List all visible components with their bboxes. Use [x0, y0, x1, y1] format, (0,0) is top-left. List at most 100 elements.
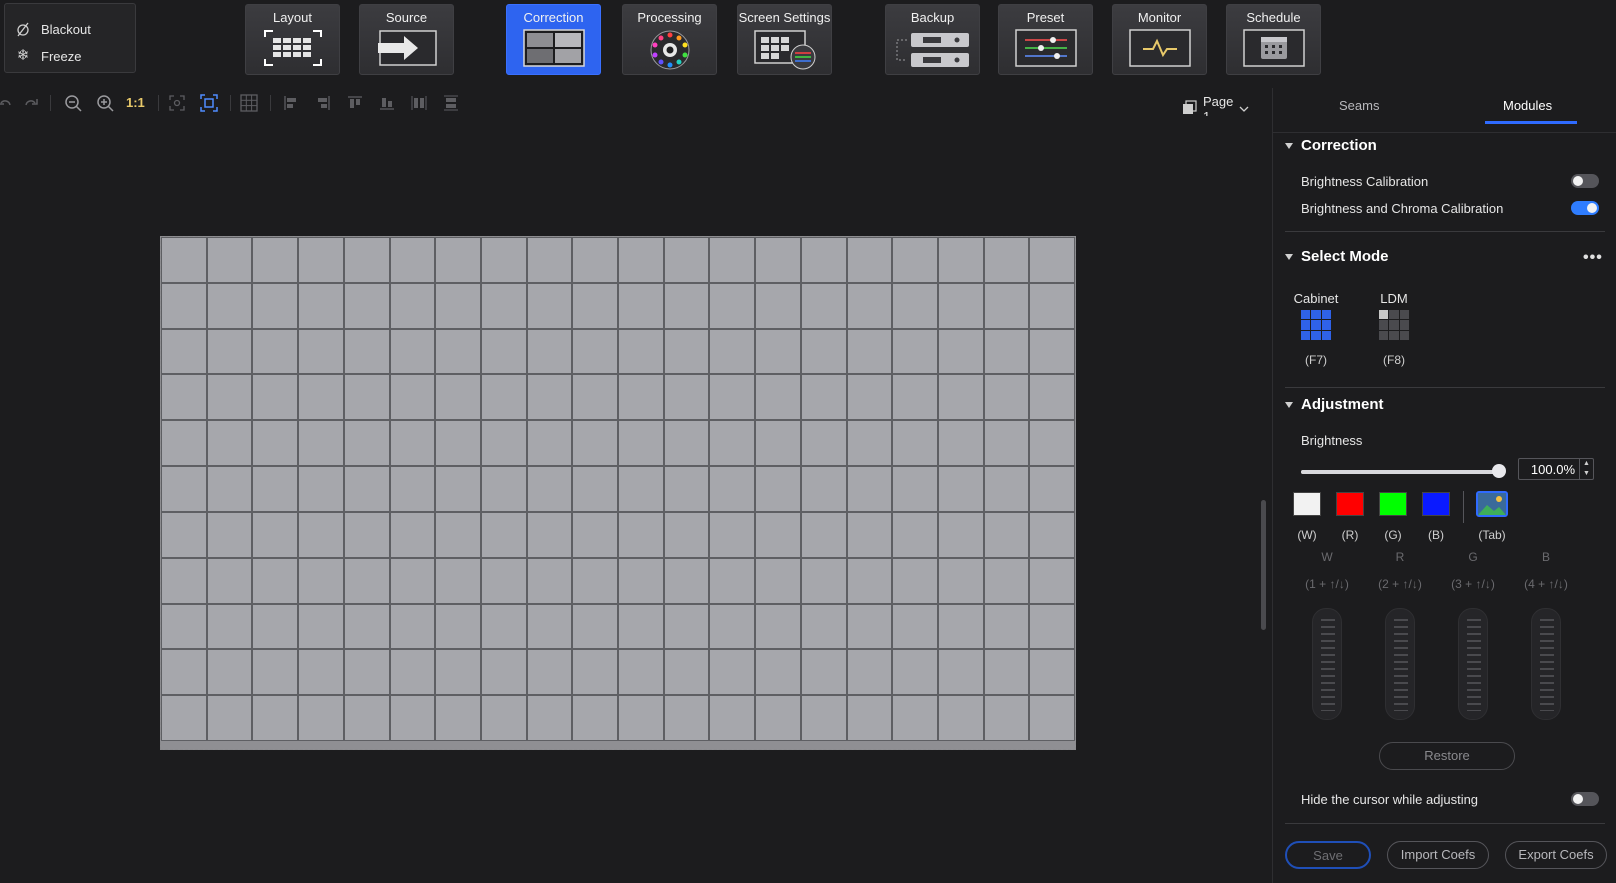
- cabinet-cell[interactable]: [526, 603, 573, 650]
- cabinet-cell[interactable]: [1029, 420, 1075, 467]
- cabinet-cell[interactable]: [709, 649, 756, 696]
- cabinet-cell[interactable]: [937, 466, 984, 512]
- cabinet-cell[interactable]: [252, 466, 299, 512]
- r-channel-fader[interactable]: [1385, 608, 1415, 720]
- hide-cursor-toggle[interactable]: [1571, 792, 1599, 806]
- cabinet-cell[interactable]: [206, 511, 253, 558]
- cabinet-cell[interactable]: [298, 695, 344, 741]
- cabinet-cell[interactable]: [298, 557, 344, 604]
- cabinet-cell[interactable]: [755, 420, 801, 467]
- b-channel-fader[interactable]: [1531, 608, 1561, 720]
- cabinet-cell[interactable]: [572, 649, 618, 696]
- cabinet-cell[interactable]: [892, 420, 938, 467]
- cabinet-cell[interactable]: [983, 695, 1030, 741]
- cabinet-cell[interactable]: [389, 420, 436, 467]
- cabinet-cell[interactable]: [1029, 237, 1075, 283]
- cabinet-cell[interactable]: [846, 420, 893, 467]
- cabinet-cell[interactable]: [435, 466, 481, 512]
- cabinet-cell[interactable]: [572, 374, 618, 421]
- cabinet-cell[interactable]: [298, 649, 344, 696]
- cabinet-cell[interactable]: [1029, 328, 1075, 375]
- restore-button[interactable]: Restore: [1379, 742, 1515, 770]
- nav-processing-button[interactable]: Processing: [622, 4, 717, 75]
- cabinet-cell[interactable]: [709, 695, 756, 741]
- freeze-button[interactable]: ❄ Freeze: [15, 45, 82, 67]
- cabinet-cell[interactable]: [800, 282, 847, 329]
- cabinet-cell[interactable]: [572, 557, 618, 604]
- cabinet-cell[interactable]: [343, 557, 390, 604]
- cabinet-mode-button[interactable]: Cabinet (F7): [1291, 291, 1341, 367]
- cabinet-cell[interactable]: [480, 695, 527, 741]
- cabinet-cell[interactable]: [435, 649, 481, 696]
- cabinet-cell[interactable]: [161, 466, 207, 512]
- zoom-in-icon[interactable]: [96, 94, 114, 112]
- cabinet-cell[interactable]: [937, 511, 984, 558]
- cabinet-cell[interactable]: [298, 511, 344, 558]
- nav-correction-button[interactable]: Correction: [506, 4, 601, 75]
- cabinet-cell[interactable]: [709, 282, 756, 329]
- cabinet-cell[interactable]: [252, 649, 299, 696]
- cabinet-cell[interactable]: [435, 511, 481, 558]
- cabinet-cell[interactable]: [389, 237, 436, 283]
- cabinet-cell[interactable]: [618, 374, 664, 421]
- cabinet-cell[interactable]: [206, 282, 253, 329]
- cabinet-cell[interactable]: [298, 237, 344, 283]
- cabinet-cell[interactable]: [1029, 282, 1075, 329]
- cabinet-cell[interactable]: [161, 328, 207, 375]
- cabinet-cell[interactable]: [389, 603, 436, 650]
- cabinet-cell[interactable]: [161, 649, 207, 696]
- save-button[interactable]: Save: [1285, 841, 1371, 869]
- cabinet-cell[interactable]: [800, 695, 847, 741]
- cabinet-cell[interactable]: [252, 282, 299, 329]
- cabinet-cell[interactable]: [846, 603, 893, 650]
- white-swatch-button[interactable]: [1293, 492, 1321, 516]
- cabinet-cell[interactable]: [435, 328, 481, 375]
- cabinet-cell[interactable]: [343, 237, 390, 283]
- cabinet-cell[interactable]: [892, 695, 938, 741]
- cabinet-cell[interactable]: [206, 374, 253, 421]
- cabinet-cell[interactable]: [572, 282, 618, 329]
- cabinet-cell[interactable]: [435, 557, 481, 604]
- cabinet-cell[interactable]: [298, 466, 344, 512]
- green-swatch-button[interactable]: [1379, 492, 1407, 516]
- red-swatch-button[interactable]: [1336, 492, 1364, 516]
- cabinet-cell[interactable]: [480, 603, 527, 650]
- cabinet-cell[interactable]: [846, 511, 893, 558]
- cabinet-cell[interactable]: [663, 237, 710, 283]
- cabinet-cell[interactable]: [618, 466, 664, 512]
- cabinet-cell[interactable]: [892, 237, 938, 283]
- cabinet-cell[interactable]: [526, 282, 573, 329]
- cabinet-cell[interactable]: [389, 282, 436, 329]
- cabinet-cell[interactable]: [480, 374, 527, 421]
- brightness-value-input[interactable]: [1519, 461, 1579, 477]
- cabinet-cell[interactable]: [435, 237, 481, 283]
- cabinet-cell[interactable]: [618, 237, 664, 283]
- cabinet-cell[interactable]: [846, 557, 893, 604]
- cabinet-cell[interactable]: [892, 466, 938, 512]
- cabinet-cell[interactable]: [389, 374, 436, 421]
- cabinet-cell[interactable]: [206, 557, 253, 604]
- cabinet-cell[interactable]: [618, 557, 664, 604]
- cabinet-cell[interactable]: [618, 603, 664, 650]
- cabinet-cell[interactable]: [435, 420, 481, 467]
- cabinet-cell[interactable]: [435, 695, 481, 741]
- cabinet-cell[interactable]: [572, 466, 618, 512]
- cabinet-cell[interactable]: [846, 282, 893, 329]
- cabinet-cell[interactable]: [983, 237, 1030, 283]
- nav-source-button[interactable]: Source: [359, 4, 454, 75]
- cabinet-cell[interactable]: [206, 420, 253, 467]
- cabinet-cell[interactable]: [252, 695, 299, 741]
- cabinet-cell[interactable]: [755, 603, 801, 650]
- cabinet-cell[interactable]: [983, 328, 1030, 375]
- cabinet-cell[interactable]: [755, 237, 801, 283]
- cabinet-cell[interactable]: [800, 466, 847, 512]
- cabinet-cell[interactable]: [709, 374, 756, 421]
- cabinet-cell[interactable]: [252, 420, 299, 467]
- select-mode-section-header[interactable]: Select Mode: [1285, 248, 1389, 265]
- increment-icon[interactable]: ▲: [1580, 459, 1593, 469]
- cabinet-cell[interactable]: [206, 466, 253, 512]
- cabinet-cell[interactable]: [663, 282, 710, 329]
- cabinet-cell[interactable]: [526, 466, 573, 512]
- cabinet-cell[interactable]: [161, 511, 207, 558]
- cabinet-cell[interactable]: [572, 603, 618, 650]
